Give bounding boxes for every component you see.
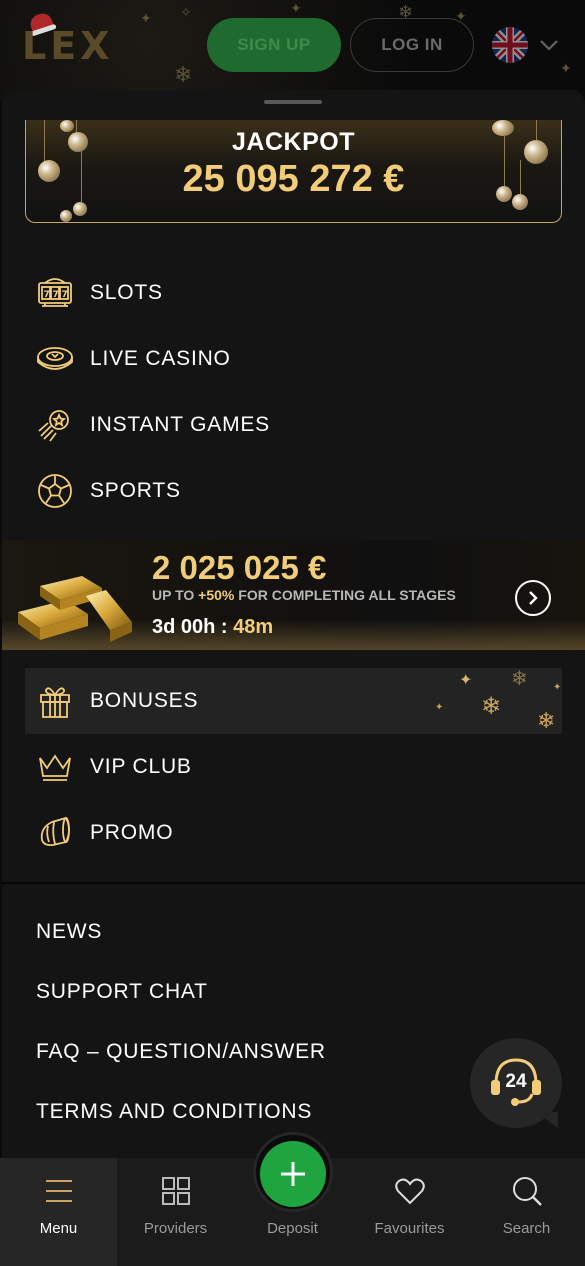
- menu-item-label: LIVE CASINO: [90, 347, 231, 370]
- menu-item-sports[interactable]: SPORTS: [36, 471, 181, 511]
- link-faq[interactable]: FAQ – QUESTION/ANSWER: [36, 1040, 326, 1064]
- svg-text:7: 7: [53, 290, 59, 300]
- sparkle-icon: ✦: [553, 682, 562, 693]
- crown-icon: [39, 754, 71, 781]
- menu-item-label: SPORTS: [90, 479, 181, 502]
- promo-timer-main: 3d 00h :: [152, 616, 234, 638]
- link-news[interactable]: NEWS: [36, 920, 102, 944]
- grid-icon: [161, 1177, 190, 1205]
- uk-flag-icon[interactable]: [492, 27, 528, 63]
- menu-item-instant-games[interactable]: INSTANT GAMES: [36, 405, 270, 445]
- sparkle-icon: ✦: [459, 672, 473, 689]
- promo-timer-minutes: 48m: [233, 616, 274, 638]
- link-terms-and-conditions[interactable]: TERMS AND CONDITIONS: [36, 1100, 312, 1124]
- menu-item-label: PROMO: [90, 821, 174, 844]
- link-support-chat[interactable]: SUPPORT CHAT: [36, 980, 208, 1004]
- svg-text:7: 7: [62, 290, 68, 300]
- heart-icon: [394, 1178, 425, 1205]
- sparkle-icon: ✦: [560, 60, 572, 76]
- menu-item-label: SLOTS: [90, 281, 163, 304]
- search-icon: [512, 1177, 542, 1206]
- snowflake-icon: ❄: [481, 693, 502, 720]
- jackpot-title: JACKPOT: [232, 128, 355, 156]
- promo-amount: 2 025 025 €: [152, 549, 327, 586]
- menu-item-live-casino[interactable]: LIVE CASINO: [36, 339, 231, 379]
- hamburger-menu-icon: [45, 1180, 72, 1202]
- snowflake-icon: ❄: [174, 62, 193, 87]
- deposit-button[interactable]: [260, 1141, 326, 1207]
- jackpot-amount: 25 095 272 €: [182, 158, 405, 200]
- nav-deposit-label: Deposit: [267, 1220, 318, 1237]
- menu-item-bonuses[interactable]: BONUSES: [36, 681, 198, 721]
- menu-item-slots[interactable]: 777 SLOTS: [36, 273, 163, 313]
- chevron-down-icon[interactable]: [538, 34, 560, 56]
- promo-subtitle-suffix: FOR COMPLETING ALL STAGES: [234, 587, 456, 603]
- nav-favourites-label: Favourites: [374, 1220, 445, 1237]
- nav-search-label: Search: [502, 1220, 551, 1237]
- snowflake-icon: ❄: [537, 708, 556, 733]
- sheet-grabber[interactable]: [264, 100, 322, 104]
- logo[interactable]: LEX: [22, 24, 113, 68]
- live-casino-chip-icon: [37, 347, 73, 370]
- support-24-button[interactable]: 24: [470, 1038, 562, 1128]
- chevron-right-icon: [529, 591, 538, 605]
- promo-banner[interactable]: 2 025 025 € UP TO +50% FOR COMPLETING AL…: [2, 540, 585, 650]
- promo-subtitle: UP TO +50% FOR COMPLETING ALL STAGES: [152, 587, 456, 603]
- promo-subtitle-highlight: +50%: [198, 587, 235, 603]
- nav-favourites[interactable]: Favourites: [351, 1158, 468, 1266]
- signup-button[interactable]: SIGN UP: [207, 18, 341, 72]
- snowflake-icon: ❄: [511, 668, 528, 690]
- gift-icon: [40, 687, 70, 718]
- top-header: ✦ ✧ ✦ ✦ ❄ ❄ ✦ LEX SIGN UP LOG IN: [0, 0, 585, 100]
- menu-item-label: INSTANT GAMES: [90, 413, 270, 436]
- jackpot-banner[interactable]: JACKPOT 25 095 272 €: [25, 120, 562, 223]
- promo-timer: 3d 00h : 48m: [152, 616, 273, 639]
- plus-icon: [281, 1162, 305, 1186]
- support-24-label: 24: [505, 1071, 527, 1092]
- menu-item-label: VIP CLUB: [90, 755, 192, 778]
- section-divider: [2, 882, 585, 884]
- ornament-icon: [60, 210, 72, 222]
- nav-providers-label: Providers: [143, 1220, 208, 1237]
- sparkle-icon: ✦: [140, 10, 152, 26]
- gold-bars-icon: [18, 576, 132, 642]
- sparkle-icon: ✦: [290, 0, 302, 16]
- menu-item-vip-club[interactable]: VIP CLUB: [36, 747, 192, 787]
- soccer-ball-icon: [38, 474, 72, 508]
- promo-subtitle-prefix: UP TO: [152, 587, 199, 603]
- sparkle-icon: ✧: [180, 4, 192, 20]
- nav-search[interactable]: Search: [468, 1158, 585, 1266]
- instant-games-rocket-icon: [38, 410, 69, 442]
- menu-item-promo[interactable]: PROMO: [36, 813, 173, 853]
- nav-providers[interactable]: Providers: [117, 1158, 234, 1266]
- svg-text:7: 7: [44, 290, 50, 300]
- nav-menu[interactable]: Menu: [0, 1158, 117, 1266]
- megaphone-icon: [40, 816, 70, 847]
- slot-machine-icon: 777: [38, 278, 72, 307]
- ornament-icon: [73, 202, 87, 216]
- promo-arrow-button[interactable]: [515, 580, 551, 616]
- sparkle-icon: ✦: [435, 702, 444, 713]
- menu-item-label: BONUSES: [90, 689, 199, 712]
- nav-menu-label: Menu: [39, 1220, 78, 1237]
- login-button[interactable]: LOG IN: [350, 18, 474, 72]
